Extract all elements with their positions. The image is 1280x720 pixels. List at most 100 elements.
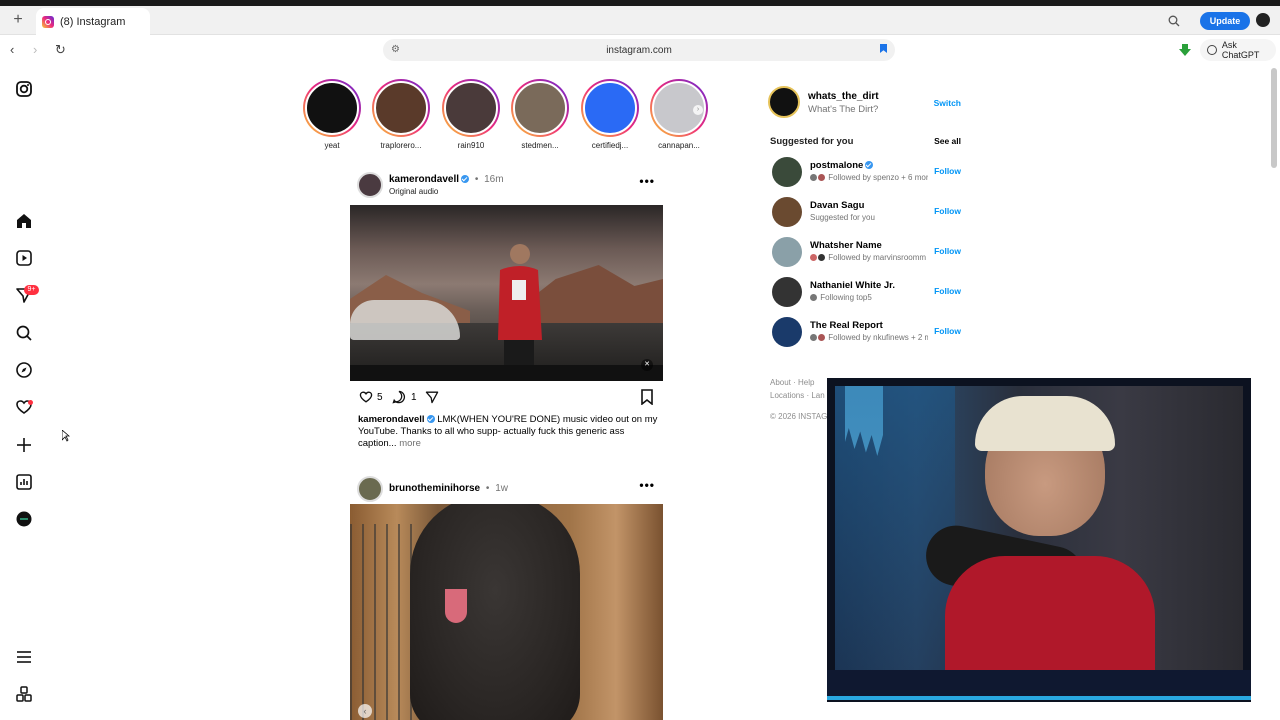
comment-icon[interactable] bbox=[391, 389, 407, 405]
suggestion-name[interactable]: Nathaniel White Jr. bbox=[810, 280, 895, 291]
footer-link-row[interactable]: About · Help bbox=[770, 376, 830, 389]
copyright-text: © 2026 INSTAG bbox=[770, 412, 828, 421]
story-username: traplorero... bbox=[380, 141, 422, 150]
suggestion-avatar[interactable] bbox=[772, 317, 802, 347]
story-avatar bbox=[305, 81, 359, 135]
stories-next-icon[interactable]: › bbox=[693, 105, 703, 115]
story-username: certifiedj... bbox=[591, 141, 629, 150]
suggestion-sub-text: Followed by nkufinews + 2 more bbox=[828, 333, 928, 342]
suggestion-name[interactable]: The Real Report bbox=[810, 320, 883, 331]
forward-arrow-icon[interactable]: › bbox=[33, 43, 37, 56]
blue-light bbox=[835, 386, 955, 670]
back-arrow-icon[interactable]: ‹ bbox=[10, 43, 14, 56]
see-all-link[interactable]: See all bbox=[934, 136, 961, 146]
follow-button[interactable]: Follow bbox=[934, 166, 961, 176]
post-actions: 5 1 bbox=[358, 389, 658, 407]
profile-avatar-nav-icon[interactable] bbox=[14, 509, 34, 529]
page-scrollbar[interactable] bbox=[1271, 68, 1277, 168]
post-caption: kamerondavell LMK(WHEN YOU'RE DONE) musi… bbox=[358, 414, 658, 450]
follow-button[interactable]: Follow bbox=[934, 246, 961, 256]
instagram-logo-icon[interactable] bbox=[14, 79, 34, 99]
footer-links: About · Help Locations · Lan bbox=[770, 376, 830, 402]
suggestion-avatar[interactable] bbox=[772, 277, 802, 307]
suggestion-name[interactable]: Davan Sagu bbox=[810, 200, 864, 211]
suggestion-avatar[interactable] bbox=[772, 197, 802, 227]
current-username[interactable]: whats_the_dirt bbox=[808, 91, 879, 102]
mutual-avatar-icon bbox=[810, 254, 817, 262]
search-icon[interactable] bbox=[1168, 15, 1180, 27]
carousel-prev-icon[interactable]: ‹ bbox=[358, 704, 372, 718]
share-icon[interactable] bbox=[424, 389, 440, 405]
suggestion-item: Nathaniel White Jr. Following top5 Follo… bbox=[772, 277, 962, 307]
suggestion-avatar[interactable] bbox=[772, 237, 802, 267]
url-field[interactable]: ⚙ instagram.com bbox=[383, 39, 895, 61]
suggestion-avatar[interactable] bbox=[772, 157, 802, 187]
dashboard-chart-icon[interactable] bbox=[14, 472, 34, 492]
follow-button[interactable]: Follow bbox=[934, 286, 961, 296]
create-plus-icon[interactable] bbox=[14, 435, 34, 455]
reload-icon[interactable]: ↻ bbox=[55, 43, 66, 56]
suggestion-subtitle: Following top5 bbox=[810, 293, 928, 302]
update-button[interactable]: Update bbox=[1200, 12, 1250, 30]
site-settings-icon[interactable]: ⚙ bbox=[391, 44, 400, 55]
notification-dot bbox=[28, 400, 33, 405]
more-menu-icon[interactable] bbox=[14, 647, 34, 667]
streamer-jersey bbox=[945, 556, 1155, 670]
follow-button[interactable]: Follow bbox=[934, 206, 961, 216]
post-header: brunotheminihorse • 1w ••• bbox=[357, 476, 663, 504]
profile-avatar-icon[interactable] bbox=[1256, 13, 1270, 27]
suggested-title: Suggested for you bbox=[770, 136, 854, 147]
post-image[interactable]: ‹ bbox=[350, 504, 663, 720]
stories-tray: yeat traplorero... rain910 stedmen... ce… bbox=[303, 79, 723, 151]
like-count: 5 bbox=[377, 392, 383, 403]
caption-username[interactable]: kamerondavell bbox=[358, 414, 425, 425]
verified-badge-icon bbox=[865, 161, 874, 170]
post-author-avatar[interactable] bbox=[357, 172, 383, 198]
suggestion-name[interactable]: Whatsher Name bbox=[810, 240, 882, 251]
post-username[interactable]: kamerondavell bbox=[389, 174, 459, 185]
explore-compass-icon[interactable] bbox=[14, 360, 34, 380]
current-account: whats_the_dirt What's The Dirt? Switch bbox=[768, 86, 964, 118]
download-arrow-icon[interactable] bbox=[1179, 44, 1191, 56]
post-author-line: kamerondavell • 16m bbox=[389, 174, 504, 185]
suggestion-name-line[interactable]: postmalone bbox=[810, 160, 874, 171]
caption-more-link[interactable]: more bbox=[399, 438, 421, 449]
post-time: 16m bbox=[484, 174, 504, 185]
story-avatar bbox=[583, 81, 637, 135]
story-item[interactable]: stedmen... bbox=[511, 79, 569, 150]
more-options-icon[interactable]: ••• bbox=[639, 174, 655, 188]
post-header: kamerondavell • 16m Original audio ••• bbox=[357, 172, 663, 200]
save-bookmark-icon[interactable] bbox=[640, 389, 654, 405]
suggestion-subtitle: Followed by nkufinews + 2 more bbox=[810, 333, 928, 342]
follow-button[interactable]: Follow bbox=[934, 326, 961, 336]
ask-chatgpt-button[interactable]: Ask ChatGPT bbox=[1200, 39, 1276, 61]
browser-tab-instagram[interactable]: (8) Instagram bbox=[36, 8, 150, 36]
mutual-avatar-icon bbox=[818, 334, 825, 342]
post-username[interactable]: brunotheminihorse bbox=[389, 483, 480, 494]
current-account-avatar[interactable] bbox=[768, 86, 800, 118]
story-item[interactable]: yeat bbox=[303, 79, 361, 150]
mutual-avatar-icon bbox=[818, 254, 825, 262]
story-item[interactable]: rain910 bbox=[442, 79, 500, 150]
story-item[interactable]: certifiedj... bbox=[581, 79, 639, 150]
like-heart-icon[interactable] bbox=[358, 389, 374, 405]
also-from-meta-icon[interactable] bbox=[14, 684, 34, 704]
footer-link-row[interactable]: Locations · Lan bbox=[770, 389, 830, 402]
reels-icon[interactable] bbox=[14, 248, 34, 268]
more-options-icon[interactable]: ••• bbox=[639, 478, 655, 492]
story-avatar bbox=[513, 81, 567, 135]
post-audio-label[interactable]: Original audio bbox=[389, 187, 438, 196]
chatgpt-icon bbox=[1207, 45, 1217, 55]
mute-icon[interactable]: ✕ bbox=[641, 359, 653, 371]
switch-account-link[interactable]: Switch bbox=[934, 98, 961, 108]
post-author-avatar[interactable] bbox=[357, 476, 383, 502]
bookmark-icon[interactable] bbox=[880, 44, 887, 53]
home-icon[interactable] bbox=[14, 211, 34, 231]
suggestion-name[interactable]: postmalone bbox=[810, 160, 863, 171]
suggestion-sub-text: Followed by marvinsroomm bbox=[828, 253, 927, 262]
post-video[interactable]: ✕ bbox=[350, 205, 663, 381]
search-nav-icon[interactable] bbox=[14, 323, 34, 343]
story-item[interactable]: traplorero... bbox=[372, 79, 430, 150]
new-tab-icon[interactable]: + bbox=[10, 12, 26, 28]
suggestion-subtitle: Followed by spenzo + 6 more bbox=[810, 173, 928, 182]
